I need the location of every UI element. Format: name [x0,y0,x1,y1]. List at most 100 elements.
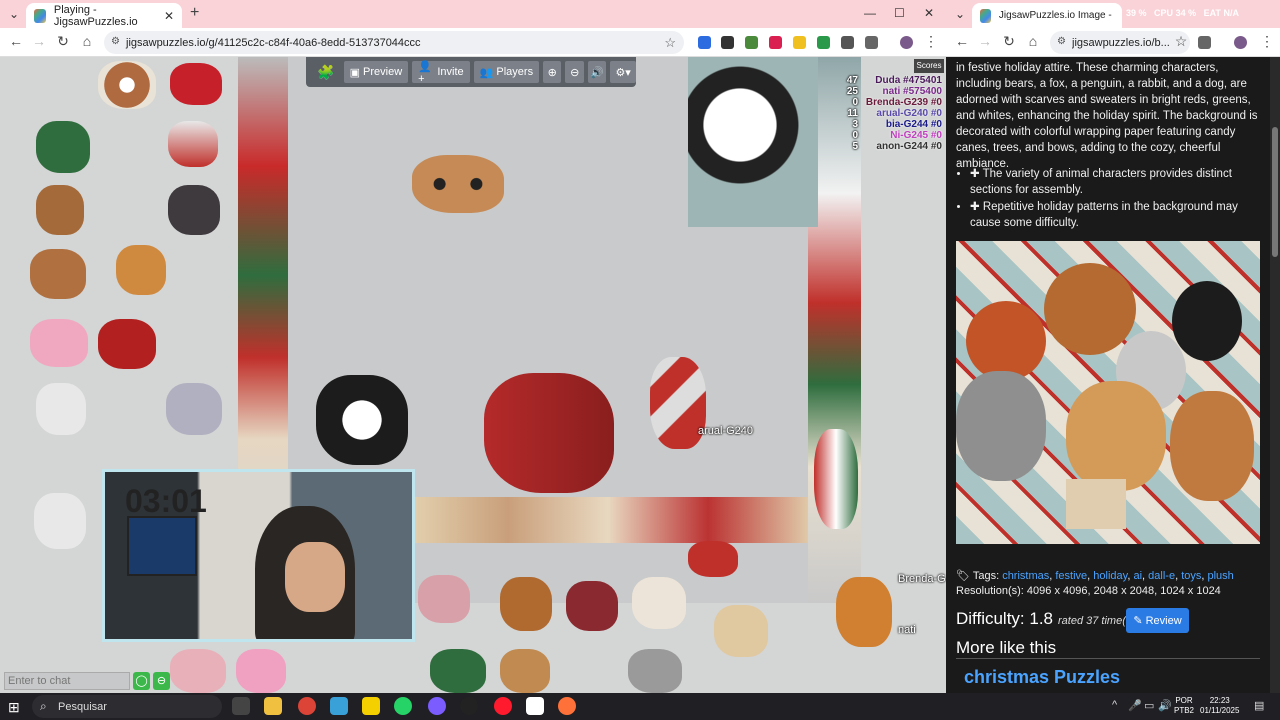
preview-button[interactable]: ▣ Preview [343,61,409,83]
puzzle-piece[interactable] [98,61,156,109]
menu-kebab-icon[interactable]: ⋮ [1258,33,1276,50]
puzzle-piece[interactable] [418,575,470,623]
notion-icon[interactable] [526,697,544,715]
task-view-icon[interactable] [232,697,250,715]
extension-icon[interactable] [721,36,734,49]
extension-icon[interactable] [817,36,830,49]
home-icon[interactable]: ⌂ [1024,33,1042,49]
home-icon[interactable]: ⌂ [78,33,96,49]
review-button[interactable]: ✎ Review [1126,608,1189,633]
puzzle-piece[interactable] [714,605,768,657]
taskbar-search[interactable]: ⌕ Pesquisar [32,695,222,718]
puzzle-piece[interactable] [30,319,88,367]
address-bar[interactable]: ⚙ jigsawpuzzles.io/g/41125c2c-c84f-40a6-… [104,31,684,54]
jigsaw-logo-icon[interactable]: 🧩 [312,61,340,83]
sound-button[interactable]: 🔊 [587,61,607,83]
puzzle-piece[interactable] [98,319,156,369]
puzzle-piece[interactable] [814,429,858,529]
extensions-puzzle-icon[interactable] [1198,36,1211,49]
zoom-in-button[interactable]: ⊕ [543,61,562,83]
extension-icon[interactable] [793,36,806,49]
puzzle-piece[interactable] [236,649,286,693]
puzzle-piece[interactable] [168,185,220,235]
players-button[interactable]: 👥 Players [473,61,540,83]
christmas-puzzles-link[interactable]: christmas Puzzles [964,667,1120,688]
puzzle-piece[interactable] [500,577,552,631]
scrollbar-thumb[interactable] [1272,127,1278,257]
puzzle-piece[interactable] [628,649,682,693]
tag-link[interactable]: christmas [1002,570,1049,582]
reload-icon[interactable]: ↻ [54,33,72,50]
puzzle-piece[interactable] [430,649,486,693]
extension-icon[interactable] [769,36,782,49]
whatsapp-icon[interactable] [394,697,412,715]
maximize-icon[interactable]: ☐ [894,6,905,20]
forward-icon[interactable]: → [976,33,994,49]
tab-search-icon[interactable]: ⌄ [950,5,970,23]
tag-link[interactable]: ai [1133,570,1142,582]
settings-button[interactable]: ⚙▾ [610,61,636,83]
chat-send-button[interactable]: ◯ [133,672,150,690]
forward-icon[interactable]: → [30,33,48,49]
puzzle-piece[interactable] [836,577,892,647]
back-icon[interactable]: ← [953,33,971,49]
puzzle-piece[interactable] [500,649,550,693]
puzzle-piece[interactable] [170,63,222,105]
puzzle-piece[interactable] [566,581,618,631]
puzzle-piece-fox-eyes[interactable] [412,155,504,213]
tag-link[interactable]: festive [1055,570,1087,582]
puzzle-piece[interactable] [36,185,84,235]
puzzle-piece[interactable] [116,245,166,295]
microphone-icon[interactable]: 🎤 [1128,699,1142,712]
sticky-notes-icon[interactable] [362,697,380,715]
opera-icon[interactable] [494,697,512,715]
menu-kebab-icon[interactable]: ⋮ [922,33,940,50]
minimize-icon[interactable]: — [864,6,876,20]
app-icon[interactable] [330,697,348,715]
back-icon[interactable]: ← [7,33,25,49]
chrome-icon[interactable] [298,697,316,715]
puzzle-piece[interactable] [166,383,222,435]
tab-search-icon[interactable]: ⌄ [4,5,24,23]
puzzle-piece[interactable] [168,121,218,167]
zoom-out-button[interactable]: ⊖ [565,61,584,83]
notifications-icon[interactable]: ▤ [1254,699,1264,712]
obs-icon[interactable] [460,697,478,715]
tag-link[interactable]: holiday [1093,570,1127,582]
puzzle-piece[interactable] [632,577,686,629]
puzzle-canvas[interactable]: 🧩 ▣ Preview 👤+ Invite 👥 Players ⊕ ⊖ 🔊 ⚙▾… [0,57,946,693]
language-indicator[interactable]: POR PTB2 [1174,696,1194,716]
tag-link[interactable]: plush [1208,570,1234,582]
puzzle-piece[interactable] [688,541,738,577]
reload-icon[interactable]: ↻ [1000,33,1018,50]
close-tab-icon[interactable]: ✕ [164,9,174,23]
site-info-icon[interactable]: ⚙ [1057,36,1066,47]
close-window-icon[interactable]: ✕ [924,6,934,20]
puzzle-piece[interactable] [36,121,90,173]
site-info-icon[interactable]: ⚙ [111,36,120,47]
scores-tab[interactable]: Scores [914,59,944,73]
clock[interactable]: 22:23 01/11/2025 [1200,696,1239,716]
extension-icon[interactable] [698,36,711,49]
extension-icon[interactable] [841,36,854,49]
puzzle-piece[interactable] [30,249,86,299]
profile-avatar[interactable] [900,36,913,49]
puzzle-piece-penguin[interactable] [316,375,408,465]
tab-playing[interactable]: Playing - JigsawPuzzles.io ✕ [26,3,182,28]
new-tab-icon[interactable]: + [190,4,199,22]
scrollbar[interactable] [1270,57,1280,693]
app-icon[interactable] [428,697,446,715]
file-explorer-icon[interactable] [264,697,282,715]
bookmark-star-icon[interactable]: ☆ [1172,33,1190,50]
windows-start-icon[interactable]: ⊞ [8,699,20,716]
extension-icon[interactable] [745,36,758,49]
puzzle-piece[interactable] [34,493,86,549]
puzzle-piece[interactable] [36,383,86,435]
profile-avatar[interactable] [1234,36,1247,49]
puzzle-piece[interactable] [170,649,226,693]
address-bar[interactable]: ⚙ jigsawpuzzles.io/b... [1050,31,1190,54]
tray-chevron-icon[interactable]: ^ [1112,699,1117,711]
chat-hide-button[interactable]: ⊖ [153,672,170,690]
invite-button[interactable]: 👤+ Invite [412,61,470,85]
network-icon[interactable]: ▭ [1144,699,1154,712]
